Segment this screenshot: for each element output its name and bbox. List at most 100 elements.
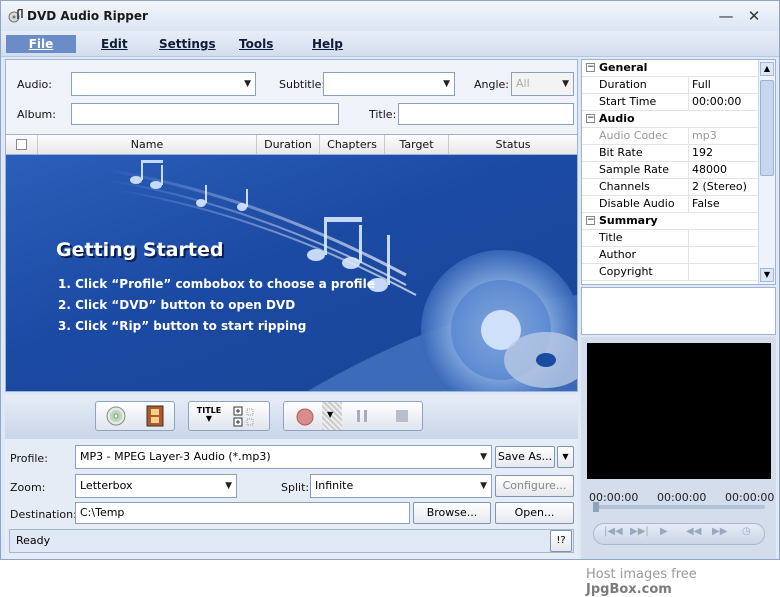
previous-icon[interactable]: |◀◀ (604, 526, 623, 537)
menu-tools[interactable]: Tools (239, 35, 273, 53)
music-notes-speaker-illustration (105, 160, 577, 391)
minimize-button[interactable]: — (716, 6, 736, 26)
getting-started-step-1: 1. Click “Profile” combobox to choose a … (58, 277, 375, 291)
status-bar: Ready (9, 529, 574, 553)
title-button[interactable]: TITLE ▼ (193, 406, 225, 434)
menu-edit[interactable]: Edit (101, 35, 128, 53)
column-chapters[interactable]: Chapters (320, 135, 385, 154)
property-name: Duration (599, 77, 689, 94)
property-row[interactable]: Sample Rate 48000 (582, 162, 758, 179)
chevron-down-icon: ▼ (244, 79, 251, 89)
collapse-icon[interactable]: − (586, 114, 595, 123)
property-value[interactable]: 192 (692, 145, 758, 161)
browse-button[interactable]: Browse... (413, 502, 491, 524)
main-window: DVD Audio Ripper — ✕ File Edit Settings … (0, 0, 780, 560)
save-as-dropdown-button[interactable]: ▼ (557, 446, 574, 468)
close-button[interactable]: ✕ (744, 6, 764, 26)
scrollbar-thumb[interactable] (760, 80, 774, 176)
property-value[interactable]: 2 (Stereo) (692, 179, 758, 195)
property-row[interactable]: Disable Audio False (582, 196, 758, 213)
pause-icon[interactable] (354, 408, 370, 436)
menu-file[interactable]: File (6, 35, 76, 53)
total-time: 00:00:00 (725, 491, 775, 504)
select-all-column[interactable] (6, 135, 38, 154)
column-status[interactable]: Status (449, 135, 577, 154)
property-category[interactable]: − Audio (582, 111, 758, 128)
property-name: Copyright (599, 264, 689, 281)
property-row[interactable]: Duration Full (582, 77, 758, 94)
angle-combobox[interactable]: All ▼ (511, 72, 574, 96)
stop-icon[interactable] (394, 408, 410, 436)
film-icon[interactable] (146, 405, 164, 433)
property-value[interactable]: 48000 (692, 162, 758, 178)
subtitle-combobox[interactable]: ▼ (323, 72, 455, 96)
property-row[interactable]: Author (582, 247, 758, 264)
chevron-down-icon: ▼ (225, 481, 232, 491)
album-input[interactable] (71, 103, 339, 125)
help-button[interactable]: !? (550, 530, 572, 552)
clock-icon[interactable]: ◷ (742, 526, 751, 537)
save-as-button[interactable]: Save As... (495, 446, 555, 468)
property-row[interactable]: Bit Rate 192 (582, 145, 758, 162)
open-button[interactable]: Open... (495, 502, 574, 524)
property-value[interactable]: False (692, 196, 758, 212)
property-row[interactable]: Start Time 00:00:00 (582, 94, 758, 111)
profile-value: MP3 - MPEG Layer-3 Audio (*.mp3) (80, 450, 271, 463)
property-name: Summary (599, 214, 658, 227)
property-name: Title (599, 230, 689, 247)
profile-combobox[interactable]: MP3 - MPEG Layer-3 Audio (*.mp3) ▼ (75, 445, 492, 469)
collapse-icon[interactable]: − (586, 63, 595, 72)
chevron-up-icon[interactable]: ▲ (760, 62, 774, 76)
record-icon[interactable] (294, 406, 316, 434)
chevron-down-icon[interactable]: ▼ (760, 268, 774, 282)
property-row[interactable]: Channels 2 (Stereo) (582, 179, 758, 196)
collapse-icon[interactable]: − (586, 216, 595, 225)
configure-button[interactable]: Configure... (495, 475, 574, 497)
property-row[interactable]: Copyright (582, 264, 758, 281)
property-value[interactable]: mp3 (692, 128, 758, 144)
destination-input[interactable]: C:\Temp (75, 502, 410, 524)
property-value[interactable]: 00:00:00 (692, 94, 758, 110)
seek-thumb[interactable] (593, 502, 599, 512)
rip-options-dropdown[interactable]: ▼ (322, 402, 342, 430)
audio-label: Audio: (17, 78, 52, 91)
zoom-combobox[interactable]: Letterbox ▼ (75, 474, 237, 498)
property-name: Author (599, 247, 689, 264)
chevron-down-icon: ▼ (562, 79, 569, 89)
property-row[interactable]: Audio Codec mp3 (582, 128, 758, 145)
property-category[interactable]: − Summary (582, 213, 758, 230)
property-grid: − General Duration Full Start Time 00:00:00− A… (581, 59, 776, 285)
menu-help[interactable]: Help (312, 35, 343, 53)
subtitle-label: Subtitle: (279, 78, 326, 91)
rewind-icon[interactable]: ◀◀ (686, 526, 701, 537)
next-icon[interactable]: ▶▶| (630, 526, 649, 537)
property-scrollbar[interactable]: ▲ ▼ (758, 60, 775, 284)
property-name: Audio (599, 112, 635, 125)
title-bar[interactable]: DVD Audio Ripper — ✕ (1, 1, 779, 31)
fast-forward-icon[interactable]: ▶▶ (712, 526, 727, 537)
chevron-down-icon: ▼ (327, 410, 334, 419)
filter-panel: Audio: ▼ Subtitle: ▼ Angle: All ▼ Album:… (5, 59, 578, 135)
menu-bar: File Edit Settings Tools Help (1, 31, 779, 57)
column-name[interactable]: Name (38, 135, 257, 154)
audio-combobox[interactable]: ▼ (71, 72, 256, 96)
getting-started-heading: Getting Started (56, 239, 224, 261)
play-icon[interactable]: ▶ (660, 526, 668, 537)
split-label: Split: (281, 481, 310, 494)
property-category[interactable]: − General (582, 60, 758, 77)
property-name: General (599, 61, 648, 74)
property-value[interactable]: Full (692, 77, 758, 93)
menu-settings[interactable]: Settings (159, 35, 216, 53)
seek-bar[interactable] (593, 505, 765, 509)
column-target[interactable]: Target (385, 135, 449, 154)
dvd-disc-icon[interactable] (106, 406, 126, 434)
select-all-checkbox[interactable] (16, 139, 27, 150)
select-all-icon[interactable] (233, 406, 263, 434)
host-watermark: Host images free JpgBox.com (586, 567, 780, 597)
chevron-down-icon: ▼ (205, 414, 213, 423)
title-input[interactable] (398, 103, 574, 125)
column-duration[interactable]: Duration (257, 135, 320, 154)
split-combobox[interactable]: Infinite ▼ (310, 474, 492, 498)
property-row[interactable]: Title (582, 230, 758, 247)
right-pane: − General Duration Full Start Time 00:00:00− A… (581, 59, 776, 559)
